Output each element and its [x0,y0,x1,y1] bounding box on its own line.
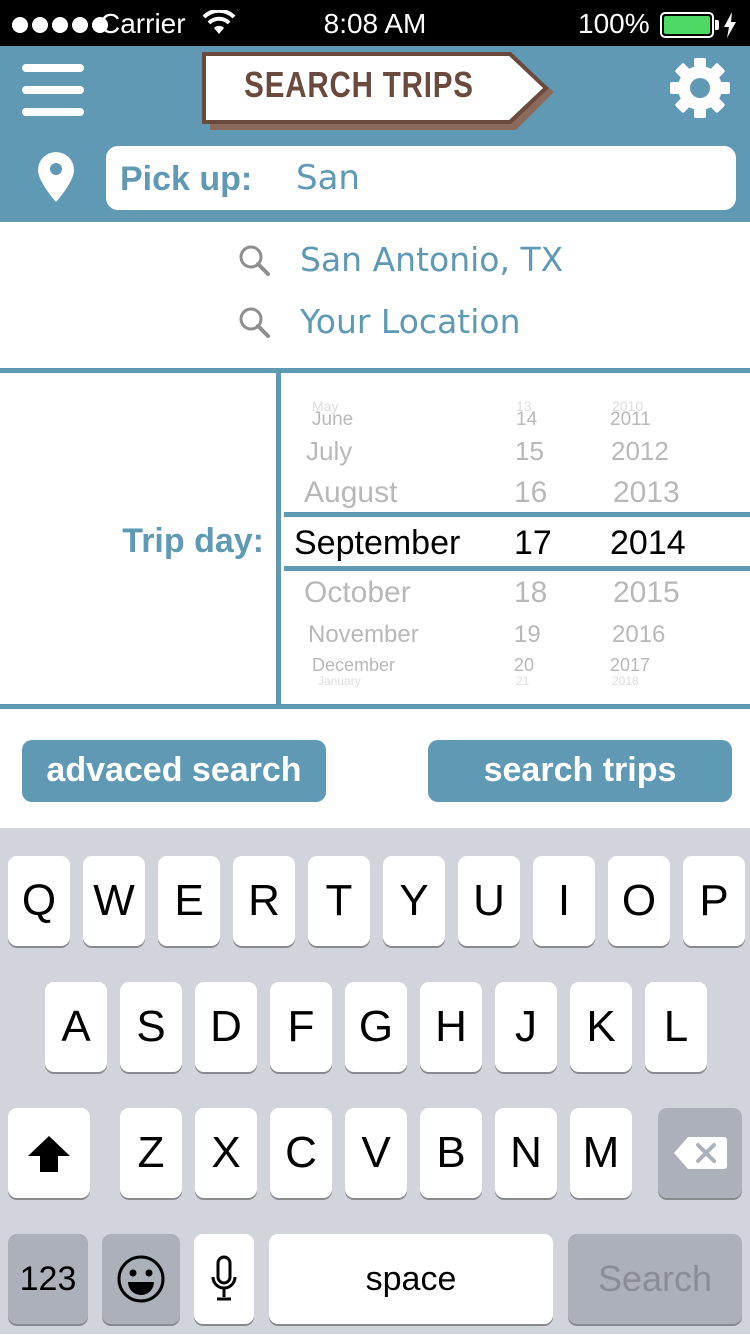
picker-day[interactable]: 19 [514,621,541,649]
picker-year[interactable]: 2015 [613,576,680,610]
picker-year-selected[interactable]: 2014 [610,524,686,563]
suggestion-item[interactable]: San Antonio, TX [0,230,750,290]
key-y[interactable]: Y [383,856,445,946]
key-z[interactable]: Z [120,1108,182,1198]
key-o[interactable]: O [608,856,670,946]
advanced-search-button[interactable]: advaced search [22,740,326,802]
microphone-icon [211,1255,237,1301]
picker-day-selected[interactable]: 17 [514,524,552,563]
pickup-input[interactable] [296,154,716,202]
picker-month[interactable]: November [308,621,419,649]
picker-month[interactable]: June [312,409,353,431]
key-u[interactable]: U [458,856,520,946]
trip-day-label: Trip day: [122,522,264,560]
shift-arrow-icon [28,1136,70,1172]
picker-year[interactable]: 2016 [612,621,665,649]
suggestion-item[interactable]: Your Location [0,292,750,352]
key-w[interactable]: W [83,856,145,946]
suggestion-label: San Antonio, TX [300,240,564,279]
shift-key[interactable] [8,1108,90,1198]
key-r[interactable]: R [233,856,295,946]
picker-day[interactable]: 16 [514,476,547,510]
key-h[interactable]: H [420,982,482,1072]
picker-month[interactable]: July [306,436,352,467]
picker-day[interactable]: 14 [516,409,537,431]
emoji-icon [117,1255,165,1303]
key-q[interactable]: Q [8,856,70,946]
picker-day[interactable]: 20 [514,655,534,676]
search-trips-button[interactable]: search trips [428,740,732,802]
emoji-key[interactable] [102,1234,180,1324]
divider [276,372,281,708]
picker-month[interactable]: December [312,655,395,676]
key-b[interactable]: B [420,1108,482,1198]
key-v[interactable]: V [345,1108,407,1198]
selection-indicator-top [284,512,750,517]
picker-month-selected[interactable]: September [294,524,460,563]
dictation-key[interactable] [194,1234,254,1324]
key-e[interactable]: E [158,856,220,946]
divider [0,368,750,373]
key-l[interactable]: L [645,982,707,1072]
space-key[interactable]: space [269,1234,553,1324]
key-p[interactable]: P [683,856,745,946]
keyboard: Q W E R T Y U I O P A S D F G H J K L Z … [0,828,750,1334]
battery-percentage: 100% [578,8,650,39]
picker-year[interactable]: 2018 [612,674,639,688]
key-s[interactable]: S [120,982,182,1072]
key-a[interactable]: A [45,982,107,1072]
picker-month[interactable]: August [304,476,397,510]
search-key[interactable]: Search [568,1234,742,1324]
key-d[interactable]: D [195,982,257,1072]
gear-icon[interactable] [668,56,732,120]
backspace-icon [674,1137,727,1169]
picker-day[interactable]: 21 [516,674,529,688]
key-k[interactable]: K [570,982,632,1072]
location-pin-icon [38,152,74,202]
pickup-field[interactable]: Pick up: [106,146,736,210]
key-m[interactable]: M [570,1108,632,1198]
charging-bolt-icon [724,12,736,38]
key-t[interactable]: T [308,856,370,946]
search-icon [239,245,270,276]
battery-icon [660,12,714,38]
selection-indicator-bottom [284,566,750,571]
picker-month[interactable]: October [304,576,411,610]
app-header: SEARCH TRIPS Pick up: [0,46,750,222]
pickup-label: Pick up: [120,160,253,198]
search-trips-title: SEARCH TRIPS [244,64,474,105]
key-n[interactable]: N [495,1108,557,1198]
numbers-key[interactable]: 123 [8,1234,88,1324]
suggestion-label: Your Location [300,302,521,341]
menu-icon[interactable] [22,64,84,116]
divider [0,704,750,709]
battery-tip [715,20,719,30]
status-bar: Carrier 8:08 AM 100% [0,0,750,46]
key-i[interactable]: I [533,856,595,946]
delete-key[interactable] [658,1108,742,1198]
key-c[interactable]: C [270,1108,332,1198]
picker-day[interactable]: 15 [515,436,544,467]
picker-year[interactable]: 2012 [611,436,669,467]
picker-year[interactable]: 2017 [610,655,650,676]
picker-day[interactable]: 18 [514,576,547,610]
key-j[interactable]: J [495,982,557,1072]
key-f[interactable]: F [270,982,332,1072]
picker-year[interactable]: 2013 [613,476,680,510]
picker-month[interactable]: January [318,674,361,688]
search-icon [239,307,270,338]
picker-year[interactable]: 2011 [610,409,651,431]
key-g[interactable]: G [345,982,407,1072]
key-x[interactable]: X [195,1108,257,1198]
